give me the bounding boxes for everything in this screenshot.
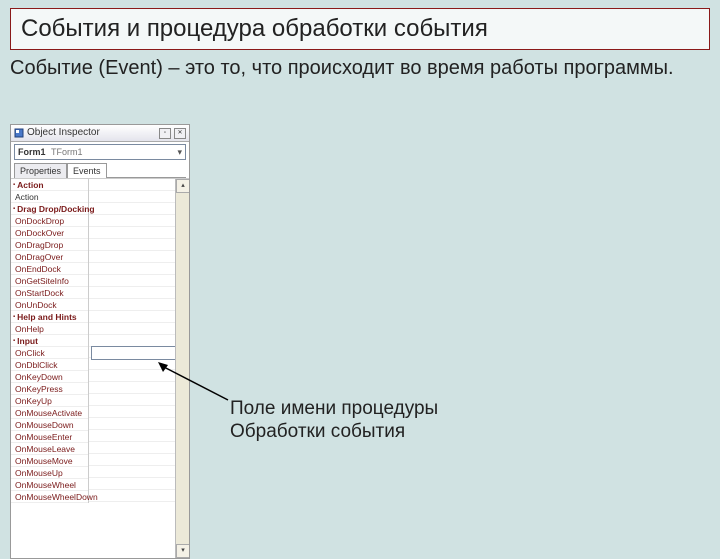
list-item[interactable]: OnMouseMove <box>11 455 88 467</box>
list-item[interactable]: OnDragOver <box>11 251 88 263</box>
list-item[interactable]: OnMouseUp <box>11 467 88 479</box>
list-item[interactable]: Action <box>11 191 88 203</box>
group-action[interactable]: Action <box>11 179 88 191</box>
tab-properties[interactable]: Properties <box>14 163 67 178</box>
list-item[interactable]: OnUnDock <box>11 299 88 311</box>
list-item[interactable]: OnGetSiteInfo <box>11 275 88 287</box>
inspector-titlebar[interactable]: Object Inspector ▫ ✕ <box>11 125 189 142</box>
list-item[interactable]: OnStartDock <box>11 287 88 299</box>
slide-subtitle: Событие (Event) – это то, что происходит… <box>10 56 710 81</box>
combo-type: TForm1 <box>51 147 83 157</box>
list-item[interactable]: OnMouseEnter <box>11 431 88 443</box>
list-item[interactable]: OnMouseActivate <box>11 407 88 419</box>
component-selector-combo[interactable]: Form1 TForm1 ▾ <box>14 144 186 160</box>
list-item[interactable]: OnMouseLeave <box>11 443 88 455</box>
list-item[interactable]: OnHelp <box>11 323 88 335</box>
inspector-title-text: Object Inspector <box>27 127 100 139</box>
list-item[interactable]: OnMouseWheelDown <box>11 491 88 503</box>
tab-events-label: Events <box>73 166 101 176</box>
callout-label: Поле имени процедуры Обработки события <box>230 398 438 444</box>
callout-line1: Поле имени процедуры <box>230 398 438 421</box>
scroll-up-icon[interactable]: ▴ <box>176 179 189 193</box>
event-name-column: Action Action Drag Drop/Docking OnDockDr… <box>11 179 89 503</box>
event-value-column: ▾ <box>89 179 189 503</box>
vertical-scrollbar[interactable]: ▴ ▾ <box>175 179 189 558</box>
event-onclick[interactable]: OnClick <box>11 347 88 359</box>
inspector-tabs: Properties Events <box>14 162 186 177</box>
list-item[interactable]: OnMouseWheel <box>11 479 88 491</box>
list-item[interactable]: OnEndDock <box>11 263 88 275</box>
tab-events[interactable]: Events <box>67 163 107 178</box>
close-icon[interactable]: ✕ <box>174 128 186 139</box>
slide-subtitle-text: Событие (Event) – это то, что происходит… <box>10 57 674 79</box>
scroll-down-icon[interactable]: ▾ <box>176 544 189 558</box>
list-item[interactable]: OnKeyPress <box>11 383 88 395</box>
events-grid: » Action Action Drag Drop/Docking OnDock… <box>11 178 189 558</box>
list-item[interactable]: OnKeyUp <box>11 395 88 407</box>
app-icon <box>14 128 24 138</box>
group-input[interactable]: Input <box>11 335 88 347</box>
list-item[interactable]: OnKeyDown <box>11 371 88 383</box>
list-item[interactable]: OnDockDrop <box>11 215 88 227</box>
object-inspector-panel: Object Inspector ▫ ✕ Form1 TForm1 ▾ Prop… <box>10 124 190 559</box>
slide-title: События и процедура обработки события <box>10 8 710 50</box>
list-item[interactable]: OnDblClick <box>11 359 88 371</box>
group-drag[interactable]: Drag Drop/Docking <box>11 203 88 215</box>
slide-title-text: События и процедура обработки события <box>21 15 488 42</box>
list-item[interactable]: OnDockOver <box>11 227 88 239</box>
group-help[interactable]: Help and Hints <box>11 311 88 323</box>
callout-line2: Обработки события <box>230 421 438 444</box>
combo-name: Form1 <box>18 147 46 157</box>
tab-properties-label: Properties <box>20 166 61 176</box>
list-item[interactable]: OnMouseDown <box>11 419 88 431</box>
restore-icon[interactable]: ▫ <box>159 128 171 139</box>
list-item[interactable]: OnDragDrop <box>11 239 88 251</box>
chevron-down-icon: ▾ <box>168 146 182 158</box>
